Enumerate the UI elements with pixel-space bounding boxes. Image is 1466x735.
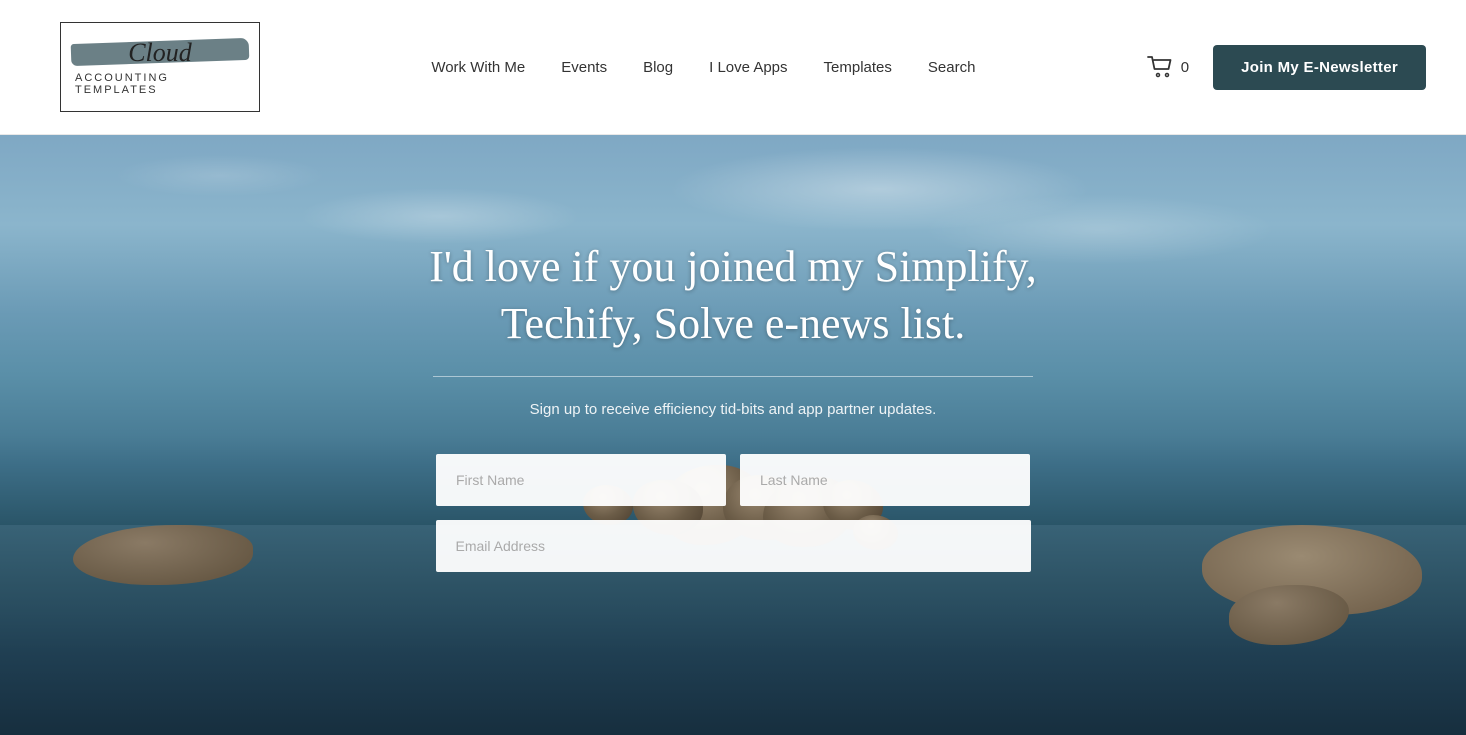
nav-templates[interactable]: Templates (824, 59, 892, 76)
cart-count: 0 (1181, 59, 1189, 76)
cart-button[interactable]: 0 (1147, 56, 1189, 78)
newsletter-button[interactable]: Join My E-Newsletter (1213, 45, 1426, 90)
hero-divider (433, 376, 1033, 377)
header-right: 0 Join My E-Newsletter (1147, 45, 1426, 90)
hero-subtitle: Sign up to receive efficiency tid-bits a… (403, 401, 1063, 418)
last-name-input[interactable] (740, 454, 1030, 506)
email-input[interactable] (436, 520, 1031, 572)
name-fields-row (403, 454, 1063, 506)
nav-work-with-me[interactable]: Work With Me (431, 59, 525, 76)
site-logo[interactable]: Cloud Accounting Templates (60, 22, 260, 112)
cart-icon (1147, 56, 1175, 78)
hero-title: I'd love if you joined my Simplify, Tech… (403, 238, 1063, 352)
site-header: Cloud Accounting Templates Work With Me … (0, 0, 1466, 135)
nav-blog[interactable]: Blog (643, 59, 673, 76)
hero-content: I'd love if you joined my Simplify, Tech… (383, 238, 1083, 572)
logo-cloud-text: Cloud (128, 38, 192, 68)
nav-search[interactable]: Search (928, 59, 976, 76)
logo-subtitle-text: Accounting Templates (75, 72, 245, 96)
main-nav: Work With Me Events Blog I Love Apps Tem… (431, 59, 975, 76)
nav-events[interactable]: Events (561, 59, 607, 76)
first-name-input[interactable] (436, 454, 726, 506)
hero-section: I'd love if you joined my Simplify, Tech… (0, 135, 1466, 735)
nav-i-love-apps[interactable]: I Love Apps (709, 59, 787, 76)
